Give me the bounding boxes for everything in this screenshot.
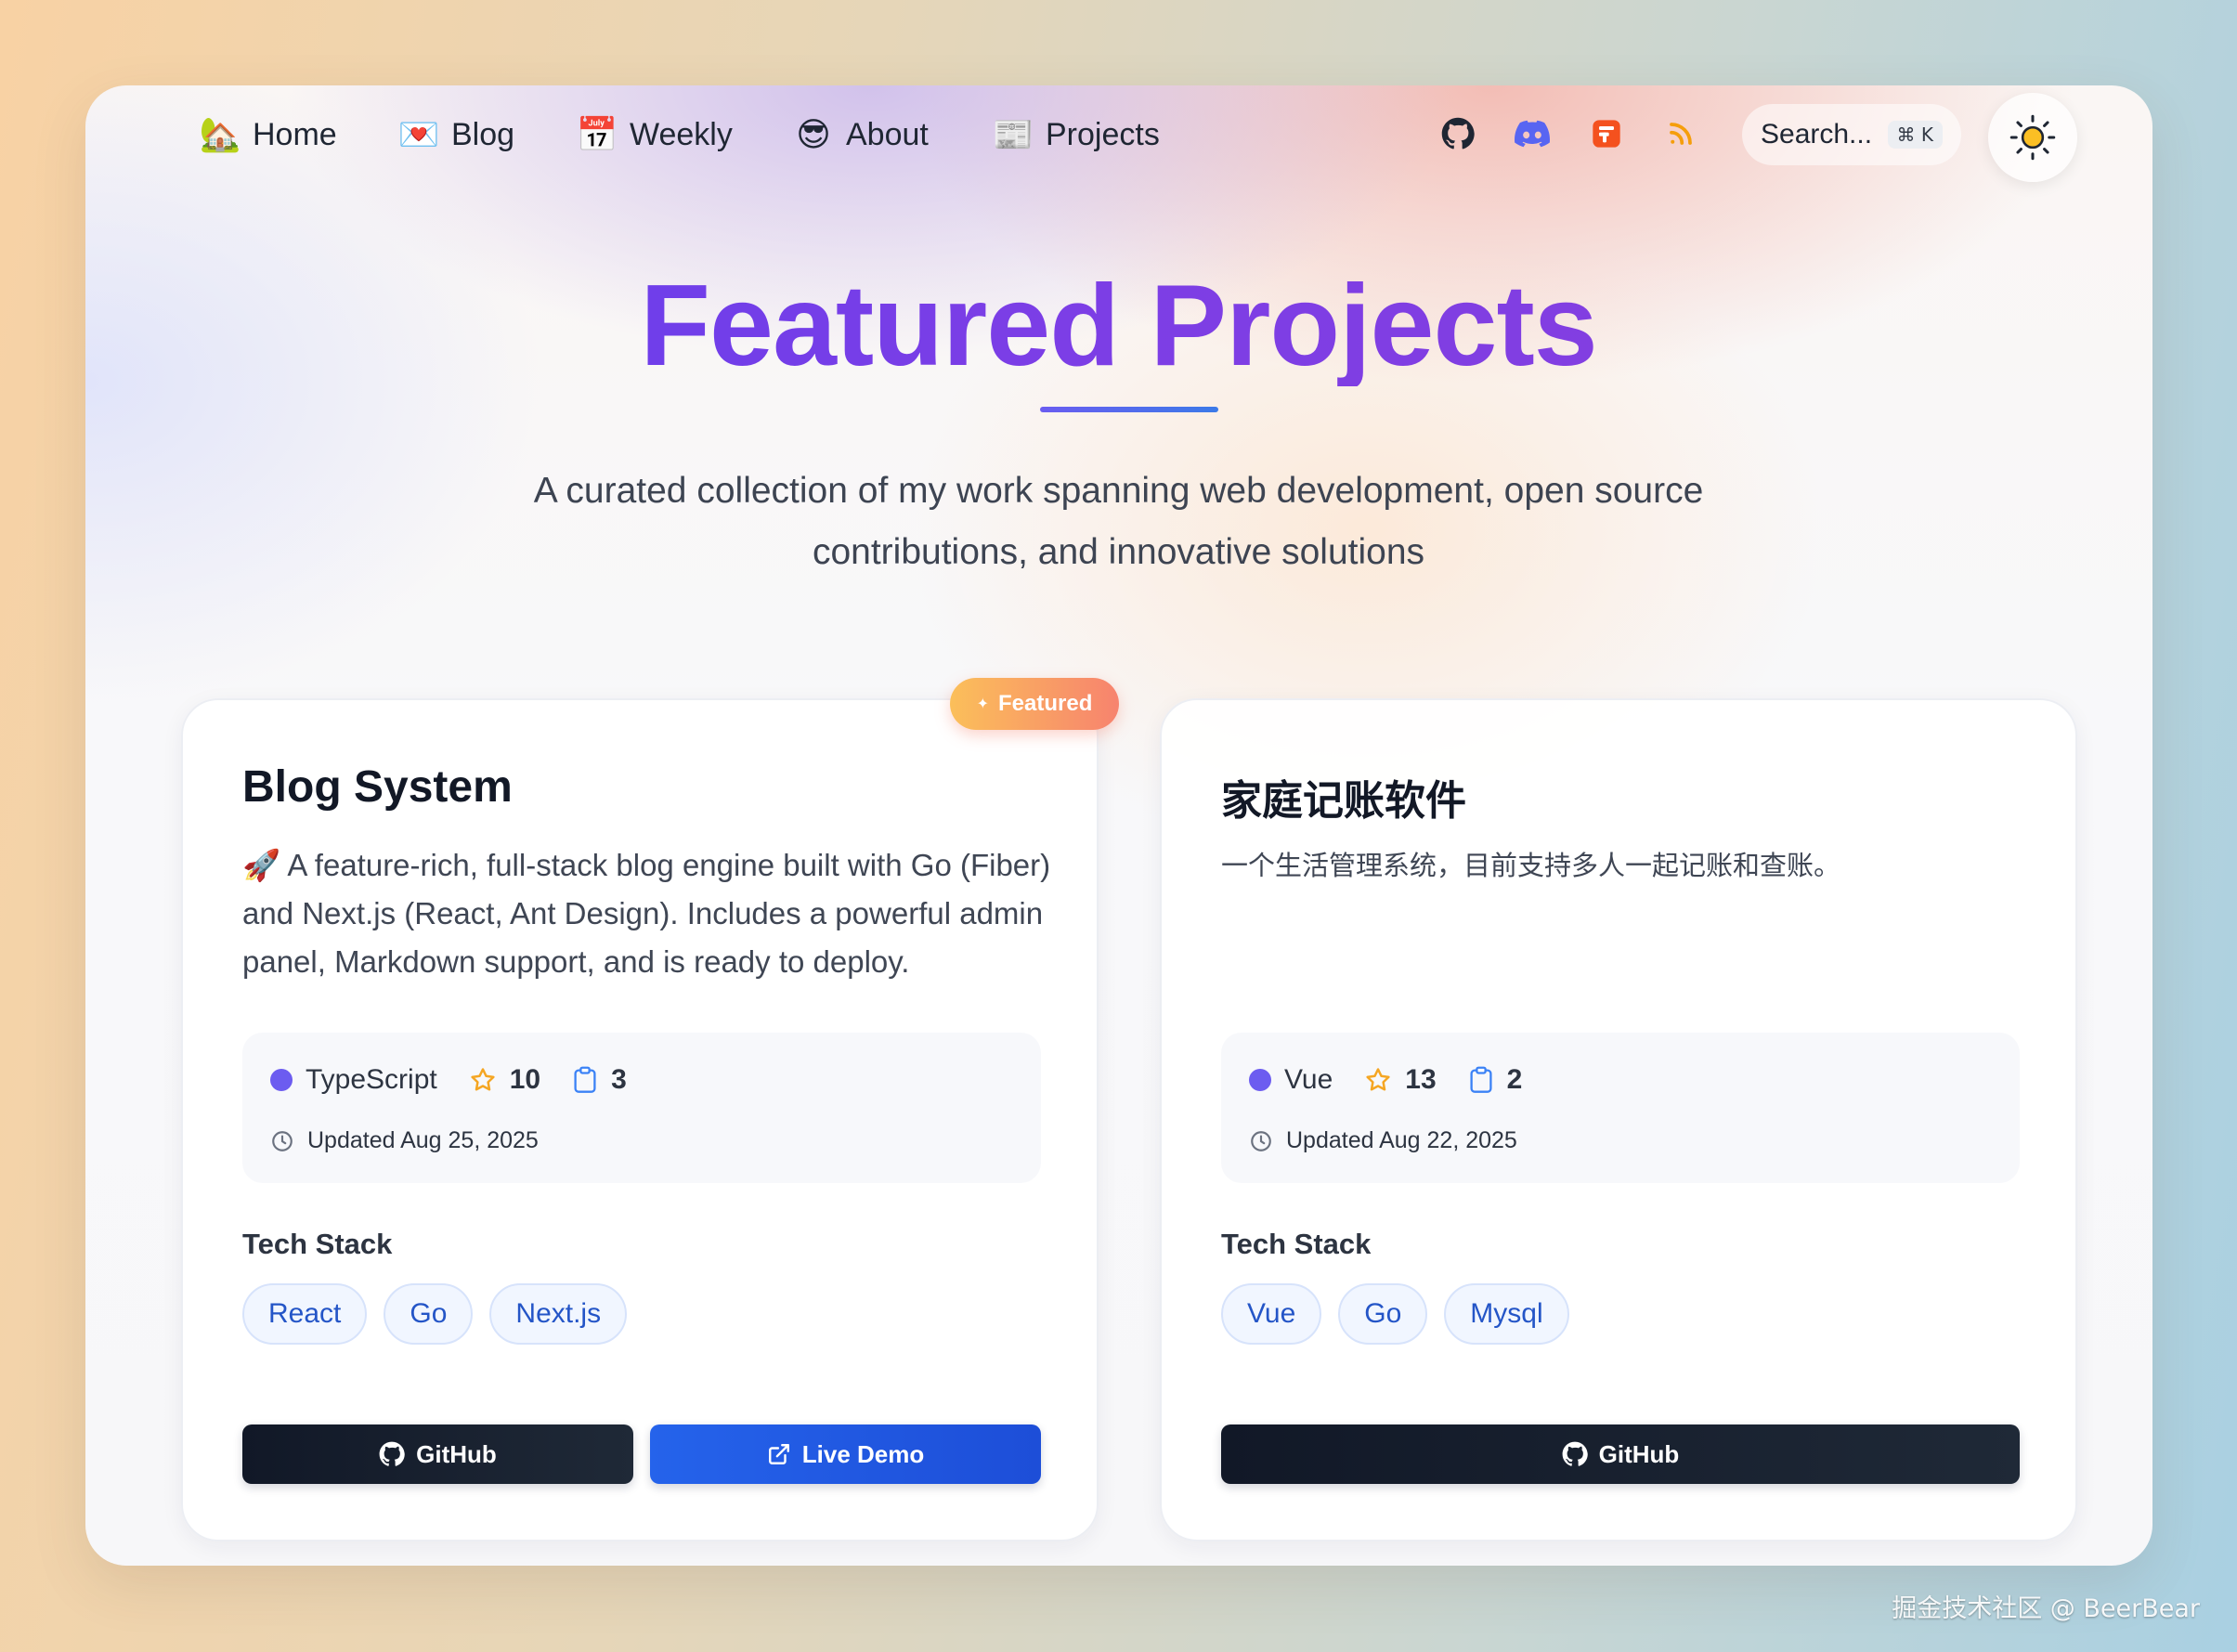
stars-stat: 10 — [469, 1064, 540, 1096]
language-stat: Vue — [1249, 1064, 1333, 1096]
forks-count: 3 — [611, 1064, 627, 1095]
updated-date: Updated Aug 25, 2025 — [307, 1127, 539, 1153]
subtitle-line-1: A curated collection of my work spanning… — [533, 471, 1704, 511]
project-title: 家庭记账软件 — [1221, 777, 1466, 825]
stars-count: 13 — [1405, 1064, 1437, 1095]
love-letter-icon: 💌 — [397, 115, 440, 153]
nav-about[interactable]: 😎 About — [794, 110, 929, 160]
tag-react[interactable]: React — [242, 1283, 368, 1345]
language-label: TypeScript — [306, 1064, 437, 1095]
clock-icon — [1251, 1130, 1271, 1151]
github-icon — [1562, 1441, 1588, 1466]
tag-vue[interactable]: Vue — [1221, 1283, 1322, 1345]
tech-stack-tags: Vue Go Mysql — [1221, 1283, 1569, 1345]
rss-icon[interactable] — [1662, 115, 1699, 152]
tag-nextjs[interactable]: Next.js — [489, 1283, 628, 1345]
live-demo-button[interactable]: Live Demo — [650, 1424, 1041, 1484]
live-demo-label: Live Demo — [801, 1439, 925, 1468]
page-title: Featured Projects — [0, 266, 2237, 386]
nav-home-label: Home — [253, 116, 337, 152]
language-stat: TypeScript — [270, 1064, 437, 1096]
watermark: 掘金技术社区 @ BeerBear — [1892, 1594, 2200, 1623]
github-icon — [379, 1441, 405, 1466]
clipboard-icon — [1470, 1066, 1492, 1093]
forks-count: 2 — [1506, 1064, 1523, 1095]
theme-toggle-button[interactable] — [1988, 93, 2077, 182]
project-card-family-accounting[interactable]: 家庭记账软件 一个生活管理系统，目前支持多人一起记账和查账。 Vue 13 2 … — [1160, 698, 2077, 1541]
nav-projects-label: Projects — [1046, 116, 1160, 152]
featured-badge-label: Featured — [998, 691, 1093, 716]
nav-blog-label: Blog — [451, 116, 515, 152]
nav-weekly[interactable]: 📅 Weekly — [576, 110, 733, 160]
sun-icon — [2009, 114, 2056, 161]
search-label: Search... — [1761, 119, 1873, 150]
nav-projects[interactable]: 📰 Projects — [992, 110, 1160, 160]
clipboard-icon — [574, 1066, 596, 1093]
forks-stat: 2 — [1468, 1064, 1523, 1096]
github-button[interactable]: GitHub — [1221, 1424, 2020, 1484]
language-label: Vue — [1284, 1064, 1333, 1095]
search-button[interactable]: Search... ⌘ K — [1742, 104, 1961, 165]
star-icon — [471, 1068, 495, 1091]
stars-stat: 13 — [1364, 1064, 1437, 1096]
tech-stack-label: Tech Stack — [242, 1228, 393, 1260]
updated-info: Updated Aug 25, 2025 — [270, 1127, 539, 1154]
updated-info: Updated Aug 22, 2025 — [1249, 1127, 1517, 1154]
tech-stack-tags: React Go Next.js — [242, 1283, 628, 1345]
title-underline — [1040, 407, 1218, 412]
project-description: 一个生活管理系统，目前支持多人一起记账和查账。 — [1221, 850, 1841, 881]
search-shortcut: ⌘ K — [1887, 121, 1943, 149]
calendar-icon: 📅 — [576, 115, 618, 153]
page-subtitle: A curated collection of my work spanning… — [464, 461, 1773, 583]
tag-go[interactable]: Go — [384, 1283, 474, 1345]
newspaper-icon: 📰 — [992, 115, 1034, 153]
github-button-label: GitHub — [1598, 1439, 1680, 1468]
language-dot-icon — [270, 1069, 293, 1091]
nav-blog[interactable]: 💌 Blog — [397, 110, 515, 160]
project-description: 🚀 A feature-rich, full-stack blog engine… — [242, 848, 1051, 979]
github-button[interactable]: GitHub — [242, 1424, 633, 1484]
project-title: Blog System — [242, 762, 513, 812]
updated-date: Updated Aug 22, 2025 — [1286, 1127, 1517, 1153]
external-link-icon — [768, 1444, 789, 1464]
nav-about-label: About — [846, 116, 929, 152]
github-button-label: GitHub — [416, 1439, 497, 1468]
brand-icon[interactable] — [1588, 115, 1625, 152]
forks-stat: 3 — [572, 1064, 627, 1096]
tag-go[interactable]: Go — [1338, 1283, 1428, 1345]
discord-icon[interactable] — [1514, 115, 1551, 152]
clock-icon — [272, 1130, 293, 1151]
project-card-blog-system[interactable]: Blog System 🚀 A feature-rich, full-stack… — [181, 698, 1099, 1541]
sunglasses-face-icon: 😎 — [796, 115, 831, 153]
tech-stack-label: Tech Stack — [1221, 1228, 1372, 1260]
nav-weekly-label: Weekly — [630, 116, 733, 152]
featured-badge: ✦ Featured — [950, 678, 1119, 730]
sparkle-icon: ✦ — [976, 696, 990, 712]
project-stats: TypeScript 10 3 Updated Aug 25, 2025 — [242, 1033, 1041, 1183]
language-dot-icon — [1249, 1069, 1271, 1091]
project-stats: Vue 13 2 Updated Aug 22, 2025 — [1221, 1033, 2020, 1183]
subtitle-line-2: contributions, and innovative solutions — [812, 532, 1425, 572]
house-icon: 🏡 — [199, 115, 241, 153]
tag-mysql[interactable]: Mysql — [1444, 1283, 1569, 1345]
github-icon[interactable] — [1439, 115, 1476, 152]
star-icon — [1366, 1068, 1390, 1091]
nav-home[interactable]: 🏡 Home — [199, 110, 337, 160]
stars-count: 10 — [509, 1064, 541, 1095]
